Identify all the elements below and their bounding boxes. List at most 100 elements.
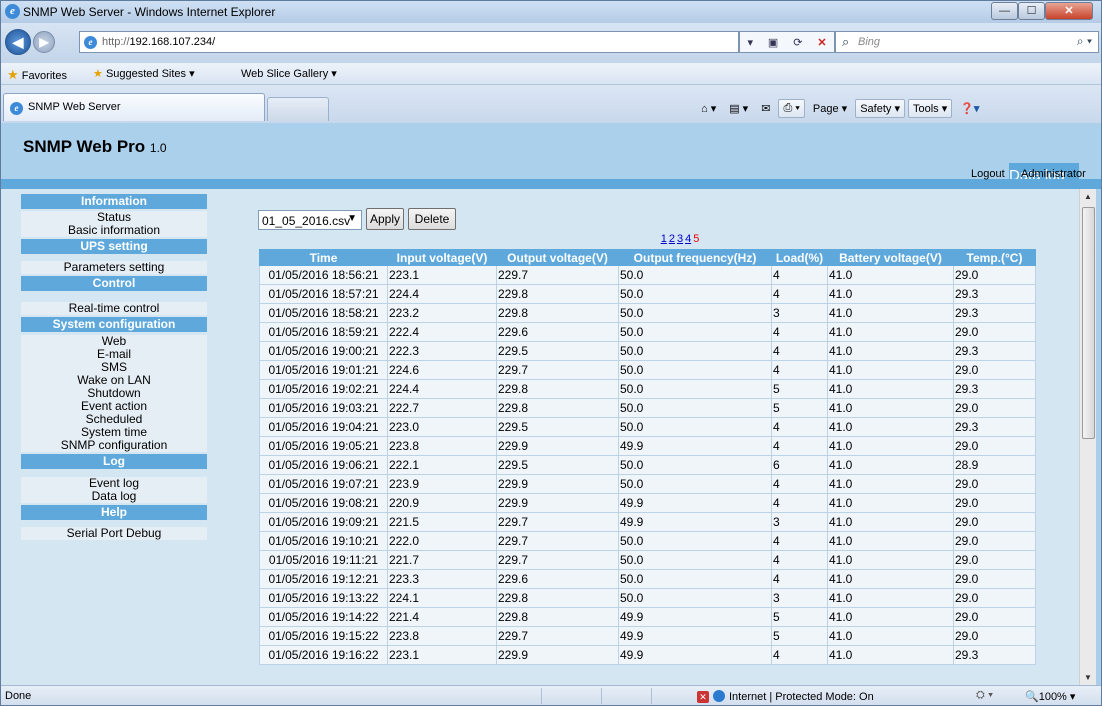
search-go-icon[interactable]: ⌕ ▾ (1077, 34, 1092, 49)
table-row: 01/05/2016 19:11:21 221.7 229.7 50.0 4 41.0 29… (259, 550, 1036, 570)
table-cell: 41.0 (827, 550, 954, 570)
app-header: SNMP Web Pro 1.0 Data log (1, 123, 1101, 189)
web-slice-link[interactable]: Web Slice Gallery ▾ (241, 67, 337, 80)
home-icon[interactable]: ⌂ ▾ (696, 99, 721, 118)
command-bar: ⌂ ▾ ▤ ▾ ✉ ⎙ ▾ Page ▾ Safety ▾ Tools ▾ ❓▾ (696, 97, 984, 119)
sidebar-item-parameters-setting[interactable]: Parameters setting (21, 261, 207, 274)
maximize-button[interactable]: ☐ (1018, 2, 1045, 20)
sidebar-section-ups-setting[interactable]: UPS setting (21, 239, 207, 254)
mail-icon[interactable]: ✉ (756, 99, 775, 118)
table-row: 01/05/2016 19:08:21 220.9 229.9 49.9 4 41.0 29… (259, 493, 1036, 513)
table-cell: 41.0 (827, 607, 954, 627)
tab-page-icon: e (10, 102, 23, 115)
search-input[interactable]: ⌕ Bing ⌕ ▾ (835, 31, 1099, 53)
table-cell: 222.7 (387, 398, 497, 418)
table-cell: 50.0 (618, 417, 772, 437)
table-cell: 01/05/2016 19:01:21 (259, 360, 388, 380)
status-separator (541, 688, 542, 704)
address-actions: ▾ ▣ ⟳ ✕ (739, 31, 835, 53)
chevron-down-icon: ▼ (347, 213, 357, 224)
table-cell: 41.0 (827, 474, 954, 494)
sidebar-section-system-configuration[interactable]: System configuration (21, 317, 207, 332)
logout-link[interactable]: Logout (971, 168, 1005, 180)
page-link[interactable]: 1 (661, 233, 667, 245)
table-cell: 4 (771, 417, 828, 437)
stop-icon[interactable]: ✕ (817, 36, 826, 49)
suggested-sites-link[interactable]: ★ Suggested Sites ▾ (93, 67, 195, 80)
url-host: 192.168.107.234/ (129, 36, 216, 48)
apply-button[interactable]: Apply (366, 208, 404, 230)
table-cell: 41.0 (827, 436, 954, 456)
page-link[interactable]: 3 (677, 233, 683, 245)
url-field[interactable]: e http://192.168.107.234/ (79, 31, 739, 53)
sidebar-item-snmp-configuration[interactable]: SNMP configuration (21, 439, 207, 452)
feeds-icon[interactable]: ▤ ▾ (724, 99, 753, 118)
table-cell: 29.0 (953, 531, 1036, 551)
status-separator (601, 688, 602, 704)
page-link[interactable]: 5 (693, 233, 699, 245)
tools-menu[interactable]: Tools ▾ (907, 98, 953, 118)
table-cell: 4 (771, 550, 828, 570)
table-cell: 229.5 (496, 455, 619, 475)
back-button[interactable]: ◀ (5, 29, 31, 55)
table-cell: 224.1 (387, 588, 497, 608)
table-cell: 222.1 (387, 455, 497, 475)
table-cell: 50.0 (618, 322, 772, 342)
new-tab-button[interactable] (267, 97, 329, 121)
page-link[interactable]: 2 (669, 233, 675, 245)
close-button[interactable]: ✕ (1045, 2, 1093, 20)
log-file-select[interactable]: 01_05_2016.csv ▼ (258, 210, 362, 230)
forward-button[interactable]: ▶ (33, 31, 55, 53)
refresh-icon[interactable]: ⟳ (793, 36, 802, 49)
compat-view-icon[interactable]: ▣ (768, 36, 778, 49)
tab-snmp-web-server[interactable]: e SNMP Web Server (3, 93, 265, 121)
table-cell: 229.9 (496, 645, 619, 665)
globe-icon (713, 690, 725, 702)
security-zone[interactable]: ✕ Internet | Protected Mode: On (697, 690, 874, 703)
sidebar-item-basic-information[interactable]: Basic information (21, 224, 207, 237)
sidebar-section-log[interactable]: Log (21, 454, 207, 469)
column-header: Time (259, 249, 388, 266)
table-cell: 29.0 (953, 398, 1036, 418)
table-cell: 01/05/2016 19:09:21 (259, 512, 388, 532)
scroll-down-icon[interactable]: ▼ (1084, 673, 1092, 682)
delete-button[interactable]: Delete (408, 208, 456, 230)
scroll-thumb[interactable] (1082, 207, 1095, 439)
favorites-button[interactable]: ★ Favorites (7, 67, 67, 83)
sidebar-section-information[interactable]: Information (21, 194, 207, 209)
table-cell: 229.7 (496, 626, 619, 646)
favorites-label: Favorites (21, 70, 67, 82)
table-row: 01/05/2016 19:06:21 222.1 229.5 50.0 6 41.0 28… (259, 455, 1036, 475)
sidebar-item-real-time-control[interactable]: Real-time control (21, 302, 207, 315)
table-cell: 29.0 (953, 360, 1036, 380)
table-cell: 4 (771, 493, 828, 513)
print-icon[interactable]: ⎙ ▾ (778, 98, 805, 118)
table-row: 01/05/2016 19:04:21 223.0 229.5 50.0 4 41.0 29… (259, 417, 1036, 437)
table-cell: 01/05/2016 19:07:21 (259, 474, 388, 494)
scroll-up-icon[interactable]: ▲ (1084, 192, 1092, 201)
minimize-button[interactable]: — (991, 2, 1018, 20)
table-cell: 4 (771, 436, 828, 456)
table-cell: 01/05/2016 19:03:21 (259, 398, 388, 418)
app-title: SNMP Web Pro 1.0 (23, 137, 167, 157)
help-icon[interactable]: ❓▾ (955, 99, 984, 118)
page-menu[interactable]: Page ▾ (808, 99, 852, 118)
table-cell: 41.0 (827, 493, 954, 513)
table-cell: 229.8 (496, 398, 619, 418)
sidebar-section-control[interactable]: Control (21, 276, 207, 291)
page-link[interactable]: 4 (685, 233, 691, 245)
safety-menu[interactable]: Safety ▾ (855, 98, 905, 118)
table-cell: 229.5 (496, 417, 619, 437)
sidebar-section-help[interactable]: Help (21, 505, 207, 520)
zoom-level[interactable]: 🔍100% ▾ (1025, 690, 1075, 703)
table-cell: 50.0 (618, 284, 772, 304)
table-row: 01/05/2016 19:10:21 222.0 229.7 50.0 4 41.0 29… (259, 531, 1036, 551)
table-cell: 01/05/2016 18:59:21 (259, 322, 388, 342)
sidebar-item-data-log[interactable]: Data log (21, 490, 207, 503)
sidebar-item-serial-port-debug[interactable]: Serial Port Debug (21, 527, 207, 540)
vertical-scrollbar[interactable]: ▲ ▼ (1079, 189, 1096, 685)
table-cell: 29.0 (953, 474, 1036, 494)
protected-mode-icon[interactable]: ⛭ ▾ (976, 689, 993, 702)
column-header: Input voltage(V) (387, 249, 497, 266)
dropdown-icon[interactable]: ▾ (747, 36, 753, 49)
